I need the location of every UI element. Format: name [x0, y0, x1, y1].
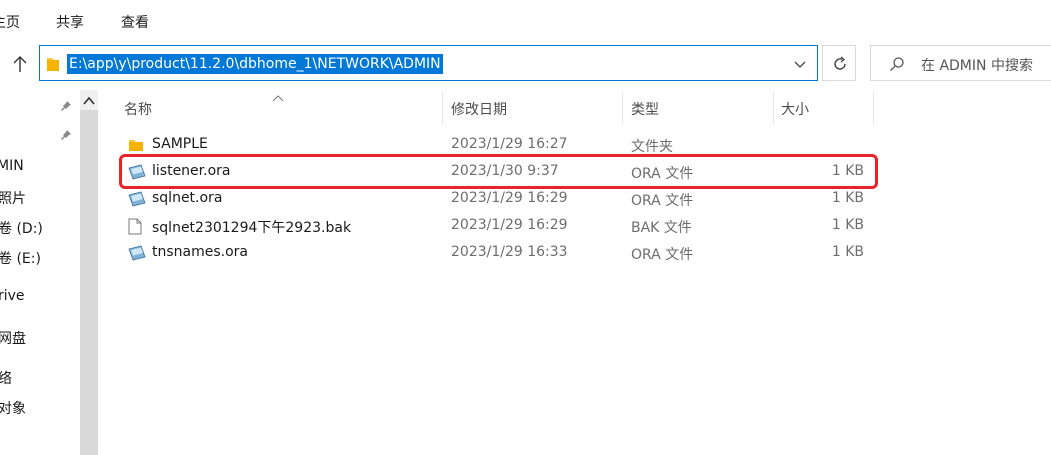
- folder-icon: [46, 56, 60, 76]
- column-divider[interactable]: [622, 92, 623, 124]
- column-divider[interactable]: [873, 92, 874, 124]
- file-type: ORA 文件: [631, 193, 694, 209]
- file-type: BAK 文件: [631, 220, 692, 236]
- pin-icon[interactable]: [60, 100, 72, 116]
- column-name[interactable]: 名称: [124, 99, 152, 119]
- navigation-pane: MIN 照片 卷 (D:) 卷 (E:) rive 网盘 络 对象: [0, 88, 80, 455]
- file-date: 2023/1/29 16:33: [451, 244, 568, 260]
- file-type: ORA 文件: [631, 247, 694, 263]
- nav-item-admin[interactable]: MIN: [0, 158, 24, 174]
- file-date: 2023/1/29 16:27: [451, 136, 568, 152]
- column-divider[interactable]: [442, 92, 443, 124]
- up-arrow-icon[interactable]: [12, 55, 32, 79]
- file-row[interactable]: sqlnet.ora 2023/1/29 16:29 ORA 文件 1 KB: [120, 186, 880, 213]
- pin-icon[interactable]: [60, 129, 72, 145]
- file-name: tnsnames.ora: [152, 244, 249, 260]
- file-name: SAMPLE: [152, 136, 208, 152]
- file-size: 1 KB: [831, 190, 864, 206]
- file-type: 文件夹: [631, 139, 673, 155]
- nav-item-netdisk[interactable]: 网盘: [0, 328, 26, 348]
- nav-item-drive-d[interactable]: 卷 (D:): [0, 218, 43, 238]
- nav-scrollbar[interactable]: [80, 90, 98, 455]
- address-bar[interactable]: E:\app\y\product\11.2.0\dbhome_1\NETWORK…: [39, 45, 818, 81]
- ora-file-icon: [128, 164, 146, 184]
- file-size: 1 KB: [831, 244, 864, 260]
- search-icon: [889, 56, 905, 76]
- blank-file-icon: [128, 218, 142, 239]
- tab-home[interactable]: 主页: [0, 12, 20, 32]
- search-placeholder: 在 ADMIN 中搜索: [921, 58, 1033, 74]
- refresh-button[interactable]: [822, 45, 856, 81]
- file-row[interactable]: SAMPLE 2023/1/29 16:27 文件夹: [120, 132, 880, 159]
- ribbon: 主页 共享 查看: [0, 0, 1051, 40]
- ora-file-icon: [128, 191, 146, 211]
- column-size[interactable]: 大小: [781, 99, 809, 119]
- file-date: 2023/1/29 16:29: [451, 190, 568, 206]
- file-date: 2023/1/29 16:29: [451, 217, 568, 233]
- refresh-icon: [834, 56, 846, 70]
- file-row[interactable]: sqlnet2301294下午2923.bak 2023/1/29 16:29 …: [120, 213, 880, 240]
- file-size: 1 KB: [831, 217, 864, 233]
- nav-item-onedrive[interactable]: rive: [0, 288, 25, 304]
- column-type[interactable]: 类型: [631, 99, 659, 119]
- scroll-up-icon[interactable]: [83, 94, 95, 110]
- nav-item-3d-objects[interactable]: 对象: [0, 398, 26, 418]
- folder-icon: [128, 137, 144, 157]
- file-size: 1 KB: [831, 163, 864, 179]
- column-date[interactable]: 修改日期: [451, 99, 507, 119]
- search-box[interactable]: 在 ADMIN 中搜索: [870, 45, 1051, 81]
- file-name: sqlnet.ora: [152, 190, 223, 206]
- nav-item-pictures[interactable]: 照片: [0, 188, 26, 208]
- column-divider[interactable]: [773, 92, 774, 124]
- file-name: sqlnet2301294下午2923.bak: [152, 220, 352, 236]
- nav-item-network[interactable]: 络: [0, 368, 12, 388]
- nav-item-drive-e[interactable]: 卷 (E:): [0, 248, 41, 268]
- chevron-down-icon[interactable]: [793, 57, 807, 71]
- file-date: 2023/1/30 9:37: [451, 163, 559, 179]
- address-path[interactable]: E:\app\y\product\11.2.0\dbhome_1\NETWORK…: [67, 54, 443, 74]
- tab-view[interactable]: 查看: [121, 12, 149, 32]
- tab-share[interactable]: 共享: [56, 12, 84, 32]
- column-headers: 名称 修改日期 类型 大小: [100, 92, 900, 124]
- scrollbar-thumb[interactable]: [80, 110, 98, 455]
- sort-ascending-icon: [272, 90, 284, 106]
- file-row[interactable]: listener.ora 2023/1/30 9:37 ORA 文件 1 KB: [120, 159, 880, 186]
- file-row[interactable]: tnsnames.ora 2023/1/29 16:33 ORA 文件 1 KB: [120, 240, 880, 267]
- ora-file-icon: [128, 245, 146, 265]
- file-name: listener.ora: [152, 163, 231, 179]
- file-type: ORA 文件: [631, 166, 694, 182]
